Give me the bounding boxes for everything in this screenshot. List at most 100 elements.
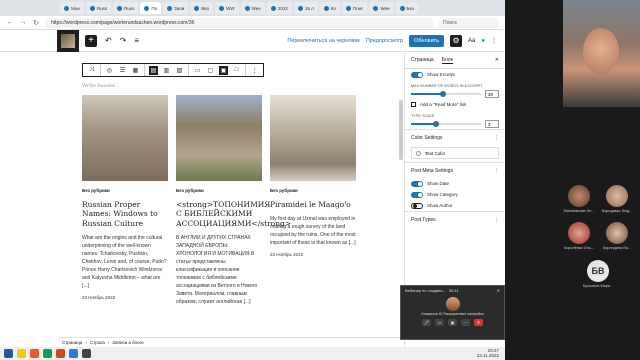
- jetpack-icon[interactable]: ●: [481, 38, 485, 44]
- browser-tab[interactable]: Russ: [85, 2, 112, 14]
- list-view-icon[interactable]: ≡: [134, 36, 139, 45]
- update-button[interactable]: Обновить: [409, 34, 445, 47]
- show-excerpt-toggle[interactable]: [411, 71, 423, 78]
- preview-button[interactable]: Предпросмотр: [366, 38, 403, 44]
- image-left-icon[interactable]: ▤: [149, 65, 158, 75]
- participant-tile[interactable]: Карандина Ва...: [597, 222, 637, 250]
- image-large-icon[interactable]: ▣: [219, 65, 228, 75]
- grid-layout-icon[interactable]: ▦: [131, 66, 140, 75]
- block-type-icon[interactable]: ◎: [105, 66, 114, 75]
- browser-tab[interactable]: Вво: [190, 2, 214, 14]
- taskbar-app-icon[interactable]: [17, 349, 26, 358]
- max-words-slider[interactable]: [411, 91, 481, 97]
- taskbar-app-icon[interactable]: [30, 349, 39, 358]
- breadcrumb-item[interactable]: Страница: [62, 340, 82, 345]
- undo-icon[interactable]: ↶: [105, 36, 112, 45]
- participant-tile[interactable]: Милованова Ле...: [559, 185, 599, 213]
- browser-tab[interactable]: Поис: [341, 2, 368, 14]
- image-medium-icon[interactable]: ▢: [206, 66, 215, 75]
- screen-share-icon[interactable]: ▣: [448, 319, 457, 326]
- taskbar-app-icon[interactable]: [56, 349, 65, 358]
- breadcrumb-item[interactable]: Строка: [90, 340, 105, 345]
- post-thumbnail[interactable]: [176, 95, 262, 181]
- browser-tab[interactable]: Без: [395, 2, 418, 14]
- hang-up-icon[interactable]: ✆: [474, 319, 483, 326]
- forward-icon[interactable]: →: [19, 19, 27, 26]
- more-icon[interactable]: ⋮: [494, 168, 499, 174]
- camera-icon[interactable]: ▭: [435, 319, 444, 326]
- type-scale-slider[interactable]: [411, 121, 481, 127]
- participant-tile[interactable]: БВ Бусыгина Мари...: [578, 260, 618, 288]
- post-thumbnail[interactable]: [82, 95, 168, 181]
- close-icon[interactable]: ✕: [497, 288, 500, 293]
- more-icon[interactable]: ⋮: [494, 135, 499, 141]
- max-words-input[interactable]: 30: [485, 90, 499, 98]
- participant-tile[interactable]: Королёнко Оль...: [559, 222, 599, 250]
- browser-tab[interactable]: WW: [215, 2, 239, 14]
- browser-tab[interactable]: 15 л: [293, 2, 318, 14]
- show-date-toggle[interactable]: [411, 180, 423, 187]
- back-icon[interactable]: ←: [6, 19, 14, 26]
- type-scale-input[interactable]: 3: [485, 120, 499, 128]
- image-full-icon[interactable]: □: [232, 66, 241, 75]
- post-title[interactable]: Piramidei le Maago'o: [270, 200, 356, 209]
- post-title[interactable]: <strong>ТОПОНИМИЯ С БИБЛЕЙСКИМИ АССОЦИАЦ…: [176, 200, 291, 228]
- browser-tab[interactable]: Wee: [369, 2, 394, 14]
- post-category[interactable]: Без рубрики: [82, 188, 168, 193]
- show-author-toggle[interactable]: [411, 202, 423, 209]
- browser-tab[interactable]: Мои: [60, 2, 84, 14]
- browser-tab[interactable]: Russ: [113, 2, 139, 14]
- editor-canvas[interactable]: ⤨ ◎ ☰ ▦ ▤ ▥ ▧ ▭ ▢ ▣ □ ⋮ Write header... …: [58, 53, 403, 335]
- post-category[interactable]: Без рубрики: [176, 188, 262, 193]
- color-settings-section[interactable]: Color Settings ⋮: [405, 129, 505, 145]
- taskbar-app-icon[interactable]: [4, 349, 13, 358]
- post-card[interactable]: Без рубрики Piramidei le Maago'o My firs…: [270, 95, 356, 311]
- taskbar-app-icon[interactable]: [43, 349, 52, 358]
- post-meta-section[interactable]: Post Meta Settings ⋮: [405, 162, 505, 178]
- switch-to-draft-button[interactable]: Переключиться на черновик: [287, 38, 360, 44]
- image-top-icon[interactable]: ▥: [162, 66, 171, 75]
- slider-knob[interactable]: [433, 121, 440, 127]
- list-layout-icon[interactable]: ☰: [118, 66, 127, 75]
- browser-tab-active[interactable]: Пo: [140, 2, 162, 14]
- post-category[interactable]: Без рубрики: [270, 188, 356, 193]
- image-right-icon[interactable]: ▧: [175, 66, 184, 75]
- more-icon[interactable]: ⋯: [461, 319, 470, 326]
- browser-tab[interactable]: Запи: [163, 2, 189, 14]
- taskbar-app-icon[interactable]: [82, 349, 91, 358]
- taskbar-app-icon[interactable]: [69, 349, 78, 358]
- block-options-icon[interactable]: ⋮: [250, 66, 259, 75]
- post-card[interactable]: Без рубрики <strong>ТОПОНИМИЯ С БИБЛЕЙСК…: [176, 95, 291, 311]
- shuffle-icon[interactable]: ⤨: [87, 66, 96, 75]
- styles-icon[interactable]: Aa: [468, 38, 475, 44]
- post-card[interactable]: Без рубрики Russian Proper Names: Window…: [82, 95, 168, 311]
- microphone-icon[interactable]: 🎤︎: [422, 319, 431, 326]
- tab-block[interactable]: Блок: [441, 57, 453, 64]
- browser-tab[interactable]: 2022: [266, 2, 292, 14]
- browser-tab[interactable]: Wee: [240, 2, 265, 14]
- show-category-toggle[interactable]: [411, 191, 423, 198]
- browser-tab[interactable]: Ко: [319, 2, 340, 14]
- add-block-button[interactable]: +: [85, 34, 97, 47]
- post-thumbnail[interactable]: [270, 95, 356, 181]
- site-icon[interactable]: [57, 29, 79, 52]
- close-icon[interactable]: ✕: [495, 57, 499, 64]
- more-icon[interactable]: ⋮: [494, 217, 499, 223]
- reload-icon[interactable]: ↻: [32, 19, 40, 27]
- redo-icon[interactable]: ↷: [120, 36, 127, 45]
- text-color-button[interactable]: Text Color: [411, 147, 499, 159]
- breadcrumb-item[interactable]: Записи в блоге: [112, 340, 143, 345]
- canvas-scrollbar[interactable]: [399, 100, 403, 160]
- write-header-placeholder[interactable]: Write header...: [82, 83, 119, 89]
- image-small-icon[interactable]: ▭: [193, 66, 202, 75]
- url-input[interactable]: https://wordpress.com/page/worterundsach…: [45, 17, 434, 28]
- more-options-icon[interactable]: ⋮: [491, 37, 497, 44]
- read-more-checkbox[interactable]: [411, 102, 416, 107]
- slider-knob[interactable]: [440, 91, 447, 97]
- browser-search-input[interactable]: Поиск: [439, 17, 499, 28]
- participant-tile[interactable]: Бородавко Люд...: [597, 185, 637, 213]
- post-title[interactable]: Russian Proper Names: Windows to Russian…: [82, 200, 168, 228]
- taskbar-clock[interactable]: 20:27 23.11.2022: [477, 348, 505, 359]
- post-types-section[interactable]: Post Types ⋮: [405, 211, 505, 227]
- tab-page[interactable]: Страница: [411, 57, 434, 64]
